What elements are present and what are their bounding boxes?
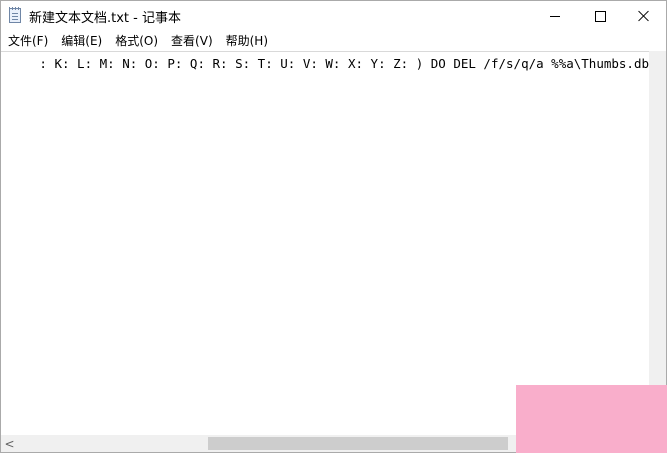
notepad-icon [9, 7, 21, 23]
menu-format[interactable]: 格式(O) [109, 32, 164, 51]
close-button[interactable] [621, 1, 666, 31]
maximize-icon [594, 10, 606, 22]
watermark-overlay [516, 385, 667, 453]
title-bar[interactable]: 新建文本文档.txt - 记事本 [1, 1, 666, 31]
vertical-scrollbar[interactable] [649, 51, 666, 435]
text-editor[interactable]: : K: L: M: N: O: P: Q: R: S: T: U: V: W:… [1, 51, 649, 436]
minimize-button[interactable] [532, 1, 578, 31]
maximize-button[interactable] [577, 1, 623, 31]
menu-edit[interactable]: 编辑(E) [55, 32, 108, 51]
close-icon [638, 10, 650, 22]
menu-help[interactable]: 帮助(H) [220, 32, 274, 51]
minimize-icon [550, 15, 560, 17]
scroll-left-arrow-icon[interactable]: < [1, 435, 18, 452]
menu-view[interactable]: 查看(V) [165, 32, 219, 51]
editor-text-line[interactable]: : K: L: M: N: O: P: Q: R: S: T: U: V: W:… [1, 56, 649, 71]
menu-file[interactable]: 文件(F) [2, 32, 54, 51]
window-title: 新建文本文档.txt - 记事本 [29, 11, 181, 26]
menu-bar: 文件(F) 编辑(E) 格式(O) 查看(V) 帮助(H) [1, 31, 666, 51]
horizontal-scroll-thumb[interactable] [208, 437, 508, 450]
